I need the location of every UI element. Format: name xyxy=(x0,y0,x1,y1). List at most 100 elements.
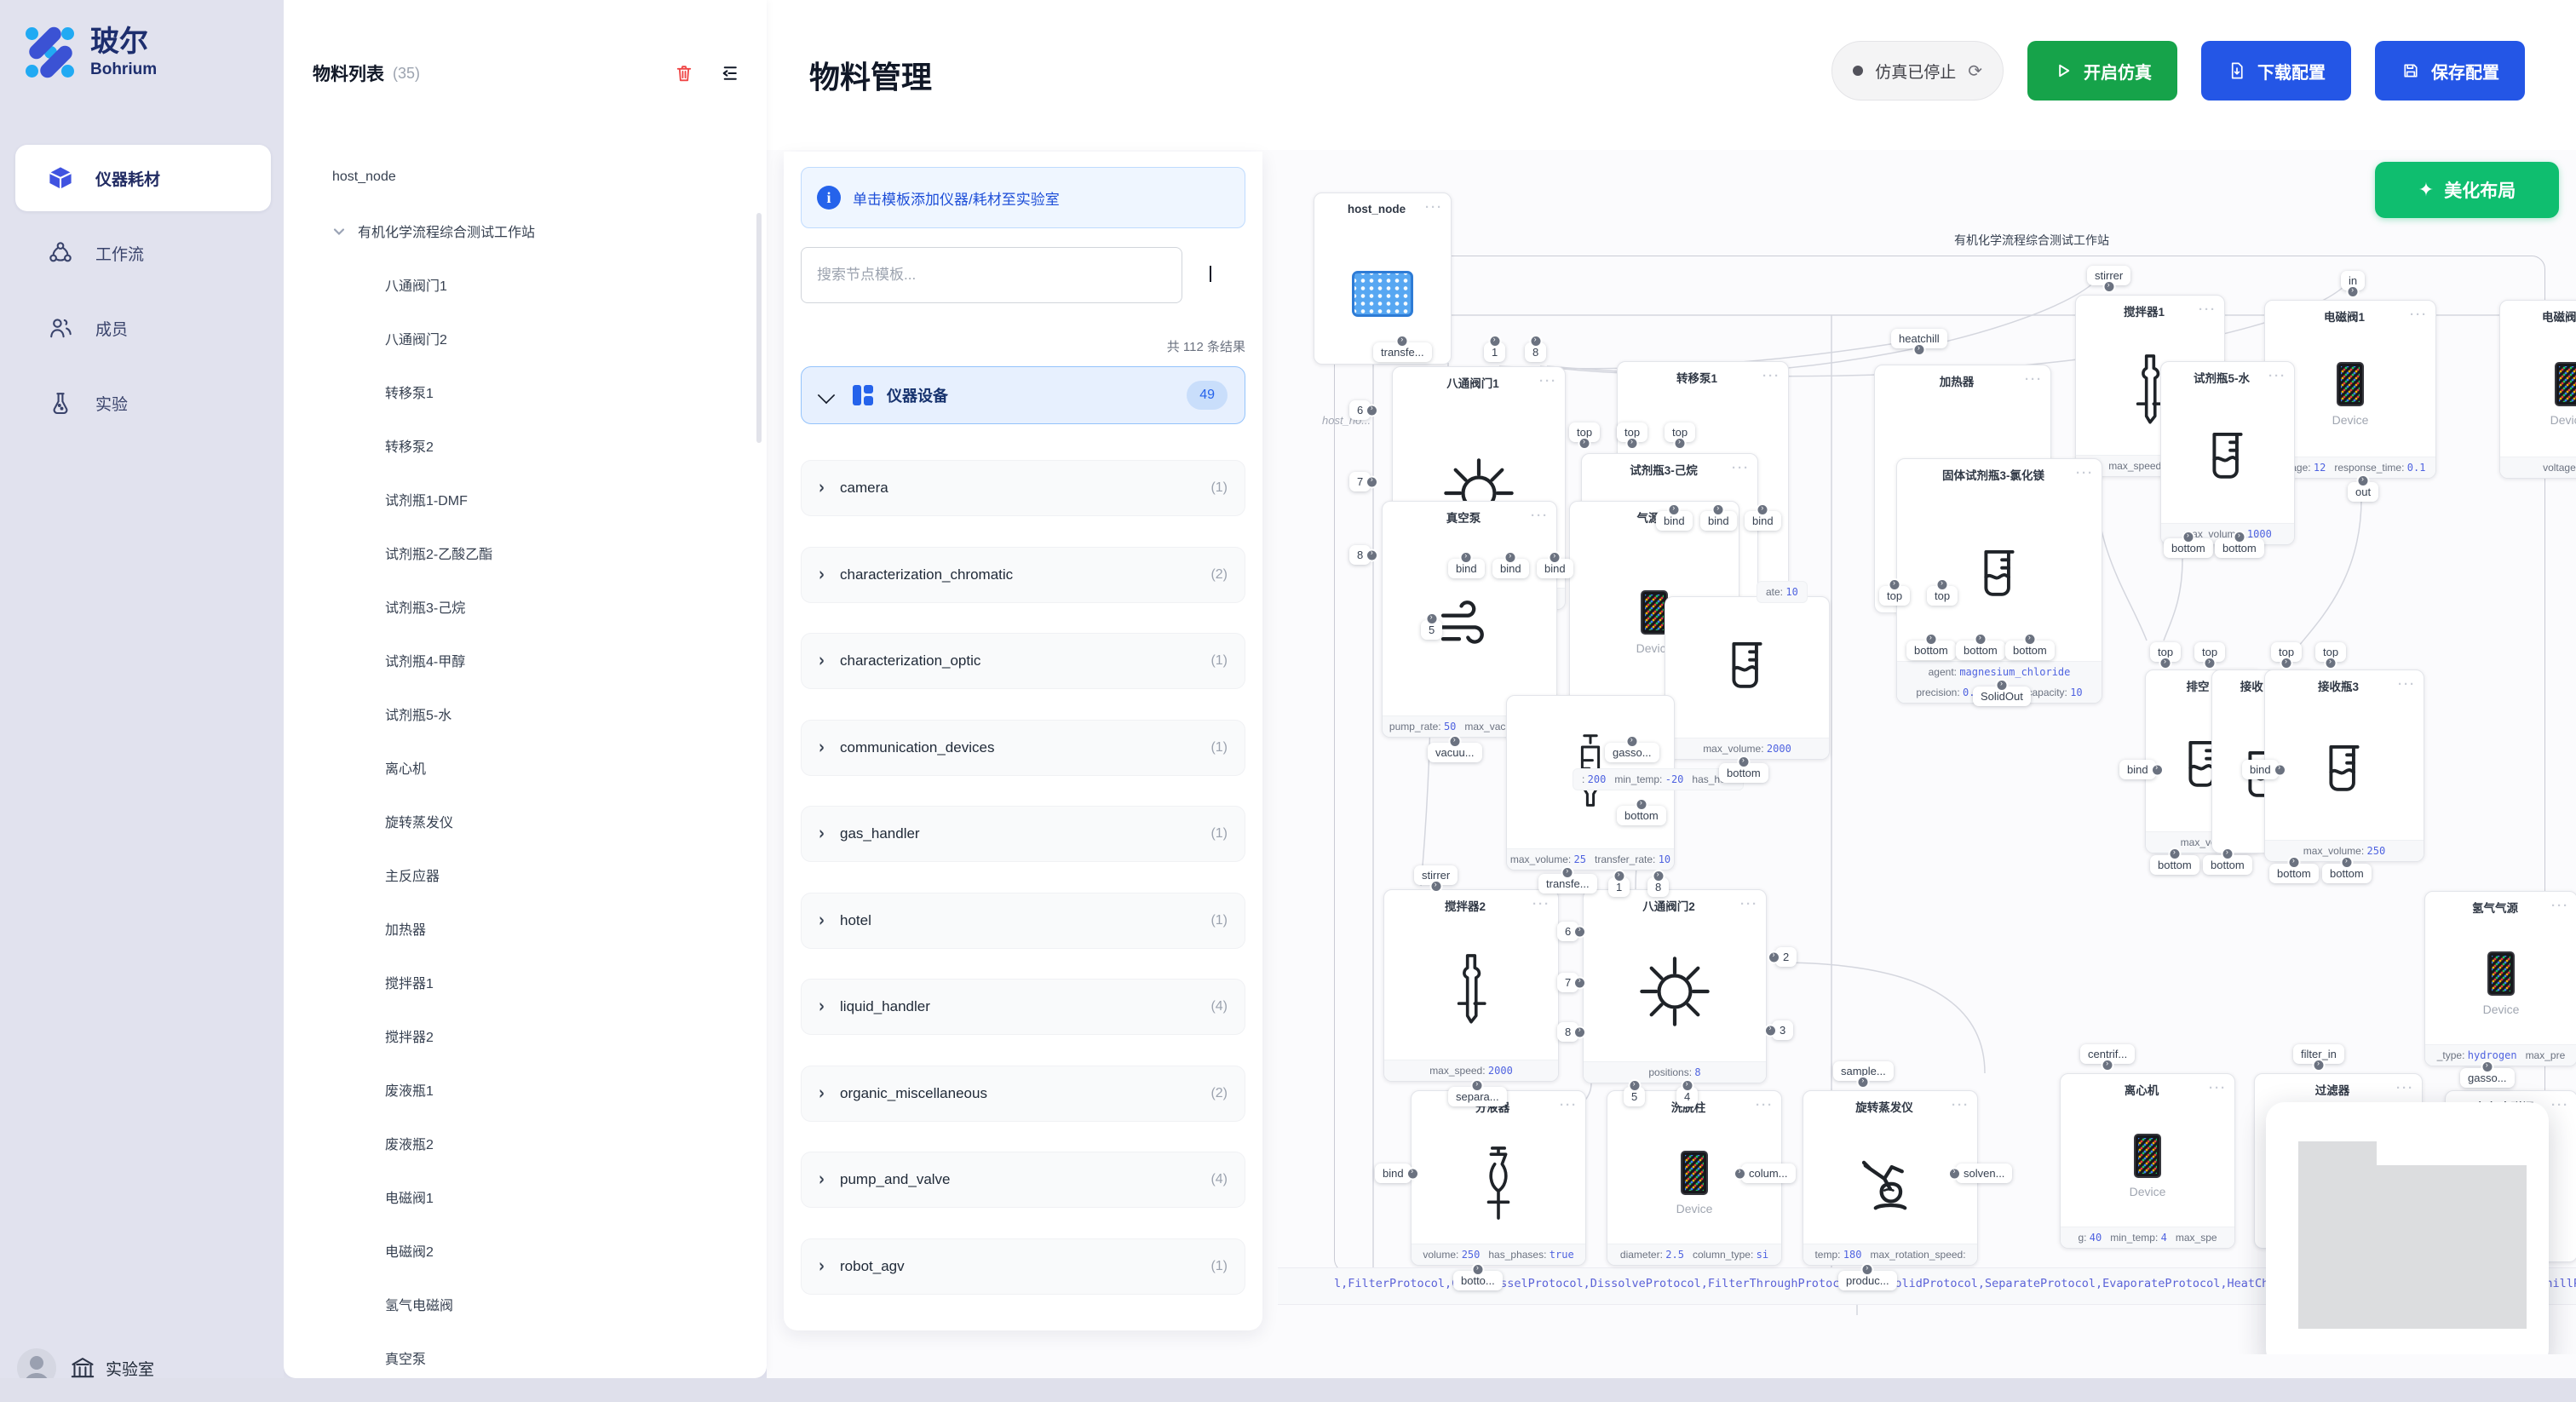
port-handle-icon[interactable] xyxy=(1948,1167,1961,1180)
node-menu-icon[interactable]: ··· xyxy=(2551,1098,2569,1112)
material-scrollbar[interactable] xyxy=(756,213,762,443)
port-handle-icon[interactable] xyxy=(1366,475,1378,488)
port-8[interactable]: 8 xyxy=(1557,1022,1578,1042)
sidebar-item-2[interactable]: 成员 xyxy=(15,295,271,361)
port-2[interactable]: 2 xyxy=(1775,947,1797,967)
start-simulation-button[interactable]: 开启仿真 xyxy=(2027,41,2177,101)
canvas-node-离心机[interactable]: 离心机···Deviceg: 40min_temp: 4max_spe xyxy=(2060,1073,2235,1249)
port-bind[interactable]: bind xyxy=(1745,511,1781,531)
port-bind[interactable]: bind xyxy=(1700,511,1737,531)
tree-item[interactable]: 废液瓶2 xyxy=(284,1124,762,1162)
port-1[interactable]: 1 xyxy=(1484,342,1505,362)
port-bind[interactable]: bind xyxy=(1656,511,1693,531)
port-handle-icon[interactable] xyxy=(1889,578,1901,591)
port-out[interactable]: out xyxy=(2348,482,2378,502)
port-handle-icon[interactable] xyxy=(2159,657,2172,669)
port-handle-icon[interactable] xyxy=(1396,335,1409,348)
port-bottom[interactable]: bottom xyxy=(2005,641,2055,660)
node-menu-icon[interactable]: ··· xyxy=(1425,200,1443,215)
port-handle-icon[interactable] xyxy=(1471,1079,1484,1092)
node-menu-icon[interactable]: ··· xyxy=(1531,509,1549,523)
port-6[interactable]: 6 xyxy=(1557,922,1578,941)
node-menu-icon[interactable]: ··· xyxy=(2199,302,2217,317)
tree-item[interactable]: 离心机 xyxy=(284,749,762,786)
tree-item[interactable]: 电磁阀2 xyxy=(284,1232,762,1269)
port-handle-icon[interactable] xyxy=(1668,503,1681,516)
port-handle-icon[interactable] xyxy=(1626,437,1639,450)
port-top[interactable]: top xyxy=(2271,642,2302,662)
port-handle-icon[interactable] xyxy=(2325,657,2337,669)
port-filterin[interactable]: filter_in xyxy=(2293,1044,2344,1064)
port-8[interactable]: 8 xyxy=(1349,545,1371,565)
node-menu-icon[interactable]: ··· xyxy=(2076,466,2094,480)
port-bottom[interactable]: bottom xyxy=(1617,806,1666,825)
port-SolidOut[interactable]: SolidOut xyxy=(1973,687,2031,706)
tree-item[interactable]: 试剂瓶3-己烷 xyxy=(284,588,762,625)
group-instrument-devices[interactable]: 仪器设备 49 xyxy=(801,366,1245,424)
category-liquid_handler[interactable]: ›liquid_handler(4) xyxy=(801,979,1245,1035)
port-top[interactable]: top xyxy=(1665,422,1695,442)
port-bottom[interactable]: bottom xyxy=(1956,641,2005,660)
port-handle-icon[interactable] xyxy=(1628,1079,1641,1092)
canvas-node-八通阀门2[interactable]: 八通阀门2···positions: 8 xyxy=(1583,889,1767,1083)
node-menu-icon[interactable]: ··· xyxy=(2396,1081,2414,1095)
port-handle-icon[interactable] xyxy=(1861,1263,1874,1276)
port-top[interactable]: top xyxy=(1617,422,1647,442)
port-botto[interactable]: botto... xyxy=(1453,1271,1503,1290)
port-centrif[interactable]: centrif... xyxy=(2080,1044,2135,1064)
port-handle-icon[interactable] xyxy=(2204,657,2217,669)
port-8[interactable]: 8 xyxy=(1525,342,1546,362)
port-heatchill[interactable]: heatchill xyxy=(1891,329,1947,348)
node-menu-icon[interactable]: ··· xyxy=(1539,374,1557,388)
port-handle-icon[interactable] xyxy=(1406,1167,1419,1180)
port-handle-icon[interactable] xyxy=(1504,551,1517,564)
collapse-panel-button[interactable] xyxy=(719,62,741,84)
port-handle-icon[interactable] xyxy=(1681,1079,1693,1092)
port-bottom[interactable]: bottom xyxy=(1906,641,1956,660)
sidebar-item-1[interactable]: 工作流 xyxy=(15,220,271,286)
tree-item[interactable]: 搅拌器2 xyxy=(284,1017,762,1054)
port-handle-icon[interactable] xyxy=(1625,735,1638,748)
port-top[interactable]: top xyxy=(1879,586,1910,606)
port-handle-icon[interactable] xyxy=(1936,578,1949,591)
port-handle-icon[interactable] xyxy=(1366,404,1378,417)
tree-item[interactable]: 主反应器 xyxy=(284,856,762,893)
port-bottom[interactable]: bottom xyxy=(1719,763,1768,783)
port-handle-icon[interactable] xyxy=(2151,763,2164,776)
tree-item[interactable]: 废液瓶1 xyxy=(284,1071,762,1108)
port-produc[interactable]: produc... xyxy=(1838,1271,1897,1290)
brand-logo[interactable]: 玻尔 Bohrium xyxy=(24,26,157,78)
port-stirrer[interactable]: stirrer xyxy=(1414,865,1458,885)
tree-item[interactable]: 真空泵 xyxy=(284,1339,762,1376)
node-menu-icon[interactable]: ··· xyxy=(2268,369,2286,383)
port-top[interactable]: top xyxy=(1927,586,1958,606)
port-6[interactable]: 6 xyxy=(1349,400,1371,420)
port-top[interactable]: top xyxy=(2315,642,2346,662)
port-handle-icon[interactable] xyxy=(1613,870,1625,882)
port-stirrer[interactable]: stirrer xyxy=(2087,266,2130,285)
port-bind[interactable]: bind xyxy=(1375,1164,1412,1183)
sidebar-item-3[interactable]: 实验 xyxy=(15,370,271,436)
port-colum[interactable]: colum... xyxy=(1741,1164,1796,1183)
port-handle-icon[interactable] xyxy=(2280,657,2293,669)
port-transfe[interactable]: transfe... xyxy=(1538,874,1597,893)
tree-item[interactable]: 试剂瓶4-甲醇 xyxy=(284,641,762,679)
node-menu-icon[interactable]: ··· xyxy=(1560,1098,1578,1112)
port-7[interactable]: 7 xyxy=(1557,973,1578,992)
port-8[interactable]: 8 xyxy=(1647,877,1669,897)
port-gasso[interactable]: gasso... xyxy=(1605,743,1659,762)
node-menu-icon[interactable]: ··· xyxy=(2209,1081,2227,1095)
port-handle-icon[interactable] xyxy=(1460,551,1473,564)
tree-item[interactable]: 电磁阀1 xyxy=(284,1178,762,1215)
port-handle-icon[interactable] xyxy=(2102,1059,2114,1072)
port-solven[interactable]: solven... xyxy=(1956,1164,2012,1183)
port-bottom[interactable]: bottom xyxy=(2215,538,2264,558)
port-handle-icon[interactable] xyxy=(1734,1167,1746,1180)
port-handle-icon[interactable] xyxy=(1549,551,1561,564)
beautify-layout-button[interactable]: ✦ 美化布局 xyxy=(2375,162,2559,218)
category-camera[interactable]: ›camera(1) xyxy=(801,460,1245,516)
node-menu-icon[interactable]: ··· xyxy=(2025,372,2043,387)
port-handle-icon[interactable] xyxy=(2340,856,2353,869)
simulation-status-badge[interactable]: 仿真已停止 ⟳ xyxy=(1831,41,2004,101)
canvas-node-host_node[interactable]: host_node··· xyxy=(1314,192,1452,365)
